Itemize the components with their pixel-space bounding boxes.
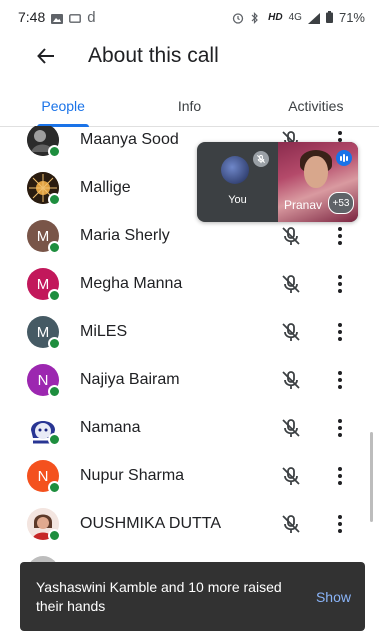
mic-off-icon — [280, 513, 302, 535]
raised-hands-snackbar: Yashaswini Kamble and 10 more raised the… — [20, 562, 365, 631]
participant-name: Maanya Sood — [80, 131, 179, 148]
participant-name: Nupur Sharma — [80, 467, 185, 484]
network-type: 4G — [288, 11, 302, 23]
participant-row[interactable]: N Nupur Sharma — [0, 452, 379, 500]
status-time: 7:48 — [18, 9, 46, 25]
avatar — [27, 412, 61, 446]
speaker-face — [304, 156, 328, 188]
avatar: N — [27, 364, 61, 398]
tab-activities[interactable]: Activities — [253, 86, 379, 126]
participant-name: Mallige — [80, 179, 131, 196]
snackbar-message: Yashaswini Kamble and 10 more raised the… — [36, 578, 282, 614]
hd-indicator: HD — [268, 11, 283, 23]
avatar-initial: N — [37, 371, 49, 389]
page-title: About this call — [88, 44, 219, 67]
pip-self-tile: You — [197, 142, 278, 222]
status-bar: 7:48 d HD 4G 71% — [0, 0, 379, 34]
participant-row[interactable]: OUSHMIKA DUTTA — [0, 500, 379, 548]
avatar-initial: N — [37, 467, 49, 485]
online-indicator — [48, 193, 61, 206]
participant-row[interactable]: M Megha Manna — [0, 260, 379, 308]
more-options-icon[interactable] — [332, 321, 348, 343]
speaker-name: Pranav — [284, 198, 323, 212]
participant-name: MiLES — [80, 323, 128, 340]
signal-icon — [307, 12, 320, 24]
self-label: You — [228, 194, 247, 206]
online-indicator — [48, 385, 61, 398]
participant-row[interactable]: M MiLES — [0, 308, 379, 356]
others-count-badge: +53 — [328, 192, 354, 214]
chat-notification-icon — [69, 12, 82, 23]
avatar: M — [27, 316, 61, 350]
more-options-icon[interactable] — [332, 417, 348, 439]
tab-info[interactable]: Info — [126, 86, 252, 126]
alarm-icon — [232, 12, 244, 24]
more-options-icon[interactable] — [332, 225, 348, 247]
participant-row[interactable]: Namana — [0, 404, 379, 452]
mic-off-icon — [280, 417, 302, 439]
battery-icon — [325, 11, 333, 23]
more-options-icon[interactable] — [332, 369, 348, 391]
mic-off-icon — [253, 151, 269, 167]
participant-name: Najiya Bairam — [80, 371, 180, 388]
participant-name: Namana — [80, 419, 141, 436]
online-indicator — [48, 145, 61, 158]
participant-row[interactable]: N Najiya Bairam — [0, 356, 379, 404]
speaking-indicator-icon — [336, 150, 352, 166]
online-indicator — [48, 433, 61, 446]
show-button[interactable]: Show — [316, 589, 351, 605]
more-options-icon[interactable] — [332, 513, 348, 535]
app-bar: About this call — [0, 34, 379, 78]
participant-name: Maria Sherly — [80, 227, 170, 244]
mic-off-icon — [280, 369, 302, 391]
more-options-icon[interactable] — [332, 465, 348, 487]
battery-percent: 71% — [338, 9, 365, 25]
online-indicator — [48, 337, 61, 350]
avatar: M — [27, 220, 61, 254]
mic-off-icon — [280, 321, 302, 343]
participant-name: OUSHMIKA DUTTA — [80, 515, 222, 532]
pip-preview[interactable]: You Pranav +53 — [197, 142, 358, 222]
avatar: N — [27, 460, 61, 494]
avatar-initial: M — [36, 227, 50, 245]
mic-off-icon — [280, 273, 302, 295]
bluetooth-icon — [250, 12, 262, 24]
mic-off-icon — [280, 225, 302, 247]
avatar-initial: M — [36, 323, 50, 341]
avatar — [27, 126, 61, 158]
avatar — [27, 508, 61, 542]
pip-speaker-tile: Pranav +53 — [278, 142, 358, 222]
avatar — [27, 172, 61, 206]
avatar: M — [27, 268, 61, 302]
online-indicator — [48, 529, 61, 542]
self-avatar — [221, 156, 249, 184]
online-indicator — [48, 241, 61, 254]
online-indicator — [48, 481, 61, 494]
participant-name: Megha Manna — [80, 275, 183, 292]
gallery-notification-icon — [51, 12, 64, 24]
carrier-notification-icon: d — [87, 8, 96, 26]
mic-off-icon — [280, 465, 302, 487]
more-options-icon[interactable] — [332, 273, 348, 295]
tab-bar: People Info Activities — [0, 86, 379, 127]
online-indicator — [48, 289, 61, 302]
arrow-back-icon[interactable] — [34, 44, 58, 68]
avatar-initial: M — [36, 275, 50, 293]
scrollbar[interactable] — [370, 432, 373, 522]
tab-people[interactable]: People — [0, 86, 126, 126]
